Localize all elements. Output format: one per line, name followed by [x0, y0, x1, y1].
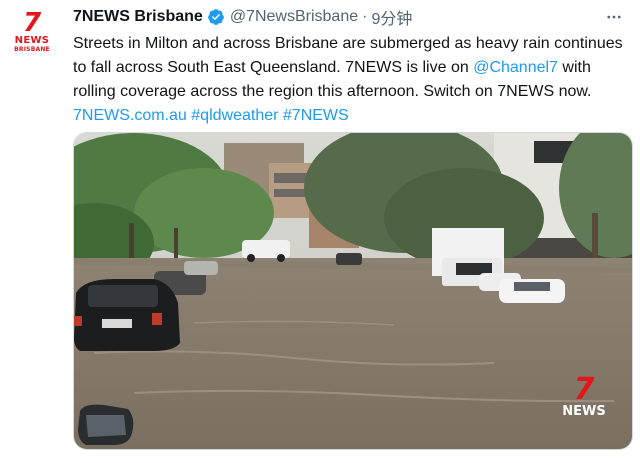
- hashtag-link[interactable]: #qldweather: [191, 107, 278, 124]
- avatar-logo-word: NEWS: [14, 35, 50, 46]
- tweet-timestamp[interactable]: 9分钟: [371, 5, 412, 29]
- mention-link[interactable]: @Channel7: [473, 59, 558, 76]
- hashtag-link[interactable]: #7NEWS: [283, 107, 349, 124]
- verified-badge-icon: [207, 8, 225, 26]
- 7news-watermark: 7 NEWS: [556, 375, 612, 419]
- more-horizontal-icon[interactable]: [602, 6, 626, 28]
- flooded-street-photo: [74, 133, 632, 449]
- watermark-number: 7: [573, 372, 595, 407]
- url-link[interactable]: 7NEWS.com.au: [73, 107, 187, 124]
- separator-dot: ·: [362, 8, 368, 25]
- watermark-word: NEWS: [562, 404, 606, 419]
- display-name[interactable]: 7NEWS Brisbane: [73, 8, 203, 26]
- tweet-text: Streets in Milton and across Brisbane ar…: [73, 32, 625, 128]
- tweet-header: 7NEWS Brisbane @7NewsBrisbane · 9分钟: [73, 6, 630, 28]
- account-avatar[interactable]: 7 NEWS BRISBANE: [10, 10, 54, 54]
- tweet-media-photo[interactable]: 7 NEWS: [73, 132, 633, 450]
- account-handle[interactable]: @7NewsBrisbane: [230, 8, 358, 26]
- avatar-logo-sub: BRISBANE: [14, 46, 50, 53]
- avatar-logo-number: 7: [22, 8, 42, 38]
